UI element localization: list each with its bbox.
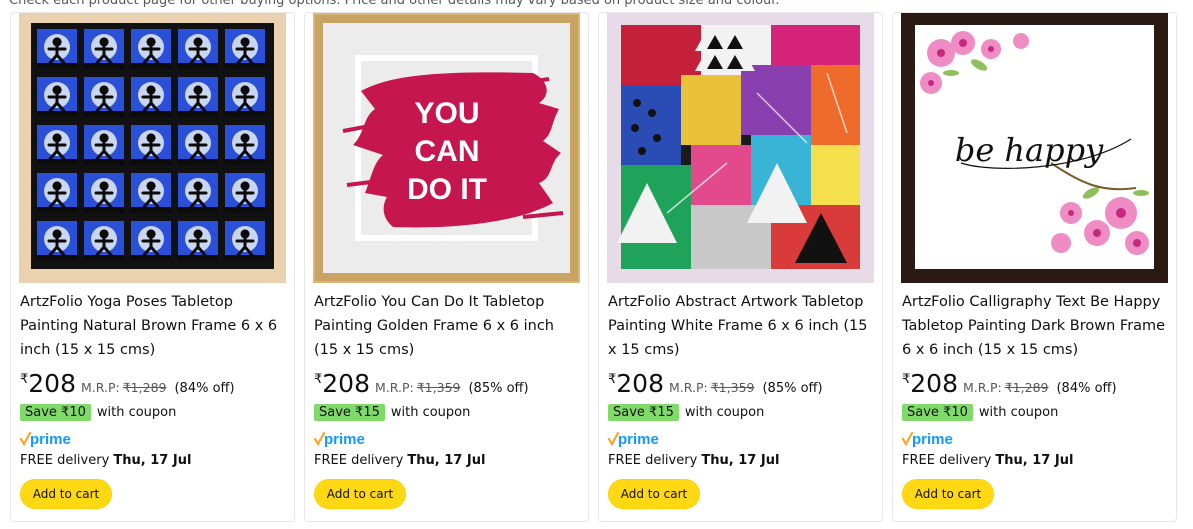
product-image-yoga[interactable] bbox=[19, 13, 286, 283]
add-to-cart-button[interactable]: Add to cart bbox=[608, 479, 700, 509]
art-calligraphy-text: be happy bbox=[955, 131, 1104, 169]
mrp-label: M.R.P: bbox=[375, 380, 414, 395]
svg-text:prime: prime bbox=[30, 431, 71, 448]
delivery-info: FREE delivery Thu, 17 Jul bbox=[608, 453, 779, 468]
delivery-date: Thu, 17 Jul bbox=[995, 453, 1074, 468]
coupon-row: Save ₹10 with coupon bbox=[20, 404, 176, 421]
art-text-line-2: CAN bbox=[415, 135, 480, 168]
delivery-date: Thu, 17 Jul bbox=[407, 453, 486, 468]
mrp-price: ₹1,359 bbox=[710, 380, 755, 395]
product-title[interactable]: ArtzFolio Calligraphy Text Be Happy Tabl… bbox=[902, 290, 1170, 362]
product-card-yoga: ArtzFolio Yoga Poses Tabletop Painting N… bbox=[10, 12, 295, 522]
price: 208 bbox=[322, 369, 370, 398]
product-card-abstract: ArtzFolio Abstract Artwork Tabletop Pain… bbox=[598, 12, 883, 522]
mrp-price: ₹1,289 bbox=[122, 380, 167, 395]
price: 208 bbox=[616, 369, 664, 398]
yoga-poses-artwork bbox=[19, 13, 286, 283]
svg-text:prime: prime bbox=[618, 431, 659, 448]
prime-logo: prime bbox=[314, 430, 378, 448]
delivery-info: FREE delivery Thu, 17 Jul bbox=[20, 453, 191, 468]
coupon-badge[interactable]: Save ₹10 bbox=[902, 404, 973, 421]
currency-symbol: ₹ bbox=[608, 372, 617, 387]
svg-text:prime: prime bbox=[324, 431, 365, 448]
price-row: ₹ 208 M.R.P: ₹1,359 (85% off) bbox=[608, 370, 823, 398]
product-image-abstract[interactable] bbox=[607, 13, 874, 283]
delivery-info: FREE delivery Thu, 17 Jul bbox=[314, 453, 485, 468]
mrp-label: M.R.P: bbox=[669, 380, 708, 395]
price-row: ₹ 208 M.R.P: ₹1,289 (84% off) bbox=[20, 370, 235, 398]
price-row: ₹ 208 M.R.P: ₹1,289 (84% off) bbox=[902, 370, 1117, 398]
prime-logo: prime bbox=[20, 430, 84, 448]
product-title[interactable]: ArtzFolio Abstract Artwork Tabletop Pain… bbox=[608, 290, 876, 362]
coupon-badge[interactable]: Save ₹15 bbox=[314, 404, 385, 421]
currency-symbol: ₹ bbox=[314, 372, 323, 387]
art-text-line-1: YOU bbox=[414, 97, 479, 130]
prime-logo: prime bbox=[608, 430, 672, 448]
prime-icon: prime bbox=[20, 431, 71, 448]
currency-symbol: ₹ bbox=[20, 372, 29, 387]
coupon-row: Save ₹15 with coupon bbox=[314, 404, 470, 421]
svg-text:prime: prime bbox=[912, 431, 953, 448]
price: 208 bbox=[910, 369, 958, 398]
delivery-date: Thu, 17 Jul bbox=[701, 453, 780, 468]
price: 208 bbox=[28, 369, 76, 398]
delivery-prefix: FREE delivery bbox=[314, 453, 404, 468]
delivery-prefix: FREE delivery bbox=[608, 453, 698, 468]
price-row: ₹ 208 M.R.P: ₹1,359 (85% off) bbox=[314, 370, 529, 398]
discount-percent: (84% off) bbox=[174, 381, 235, 396]
coupon-text: with coupon bbox=[978, 405, 1059, 420]
mrp-label: M.R.P: bbox=[963, 380, 1002, 395]
coupon-badge[interactable]: Save ₹15 bbox=[608, 404, 679, 421]
delivery-date: Thu, 17 Jul bbox=[113, 453, 192, 468]
product-image-be-happy[interactable]: be happy bbox=[901, 13, 1168, 283]
add-to-cart-button[interactable]: Add to cart bbox=[902, 479, 994, 509]
delivery-prefix: FREE delivery bbox=[20, 453, 110, 468]
coupon-text: with coupon bbox=[96, 405, 177, 420]
coupon-row: Save ₹10 with coupon bbox=[902, 404, 1058, 421]
currency-symbol: ₹ bbox=[902, 372, 911, 387]
add-to-cart-button[interactable]: Add to cart bbox=[20, 479, 112, 509]
mrp-price: ₹1,359 bbox=[416, 380, 461, 395]
results-notice: Check each product page for other buying… bbox=[9, 0, 780, 8]
discount-percent: (85% off) bbox=[468, 381, 529, 396]
product-card-be-happy: be happy ArtzFolio Calligraphy Text Be H… bbox=[892, 12, 1177, 522]
prime-icon: prime bbox=[314, 431, 365, 448]
delivery-prefix: FREE delivery bbox=[902, 453, 992, 468]
prime-icon: prime bbox=[902, 431, 953, 448]
prime-logo: prime bbox=[902, 430, 966, 448]
coupon-text: with coupon bbox=[390, 405, 471, 420]
abstract-artwork bbox=[607, 13, 874, 283]
discount-percent: (84% off) bbox=[1056, 381, 1117, 396]
mrp-label: M.R.P: bbox=[81, 380, 120, 395]
product-title[interactable]: ArtzFolio Yoga Poses Tabletop Painting N… bbox=[20, 290, 288, 362]
coupon-text: with coupon bbox=[684, 405, 765, 420]
add-to-cart-button[interactable]: Add to cart bbox=[314, 479, 406, 509]
be-happy-artwork: be happy bbox=[901, 13, 1168, 283]
discount-percent: (85% off) bbox=[762, 381, 823, 396]
product-title[interactable]: ArtzFolio You Can Do It Tabletop Paintin… bbox=[314, 290, 582, 362]
mrp-price: ₹1,289 bbox=[1004, 380, 1049, 395]
product-image-you-can-do-it[interactable]: YOU CAN DO IT bbox=[313, 13, 580, 283]
you-can-do-it-artwork: YOU CAN DO IT bbox=[313, 13, 580, 283]
art-text-line-3: DO IT bbox=[407, 173, 487, 206]
coupon-row: Save ₹15 with coupon bbox=[608, 404, 764, 421]
delivery-info: FREE delivery Thu, 17 Jul bbox=[902, 453, 1073, 468]
product-card-you-can-do-it: YOU CAN DO IT ArtzFolio You Can Do It Ta… bbox=[304, 12, 589, 522]
prime-icon: prime bbox=[608, 431, 659, 448]
coupon-badge[interactable]: Save ₹10 bbox=[20, 404, 91, 421]
